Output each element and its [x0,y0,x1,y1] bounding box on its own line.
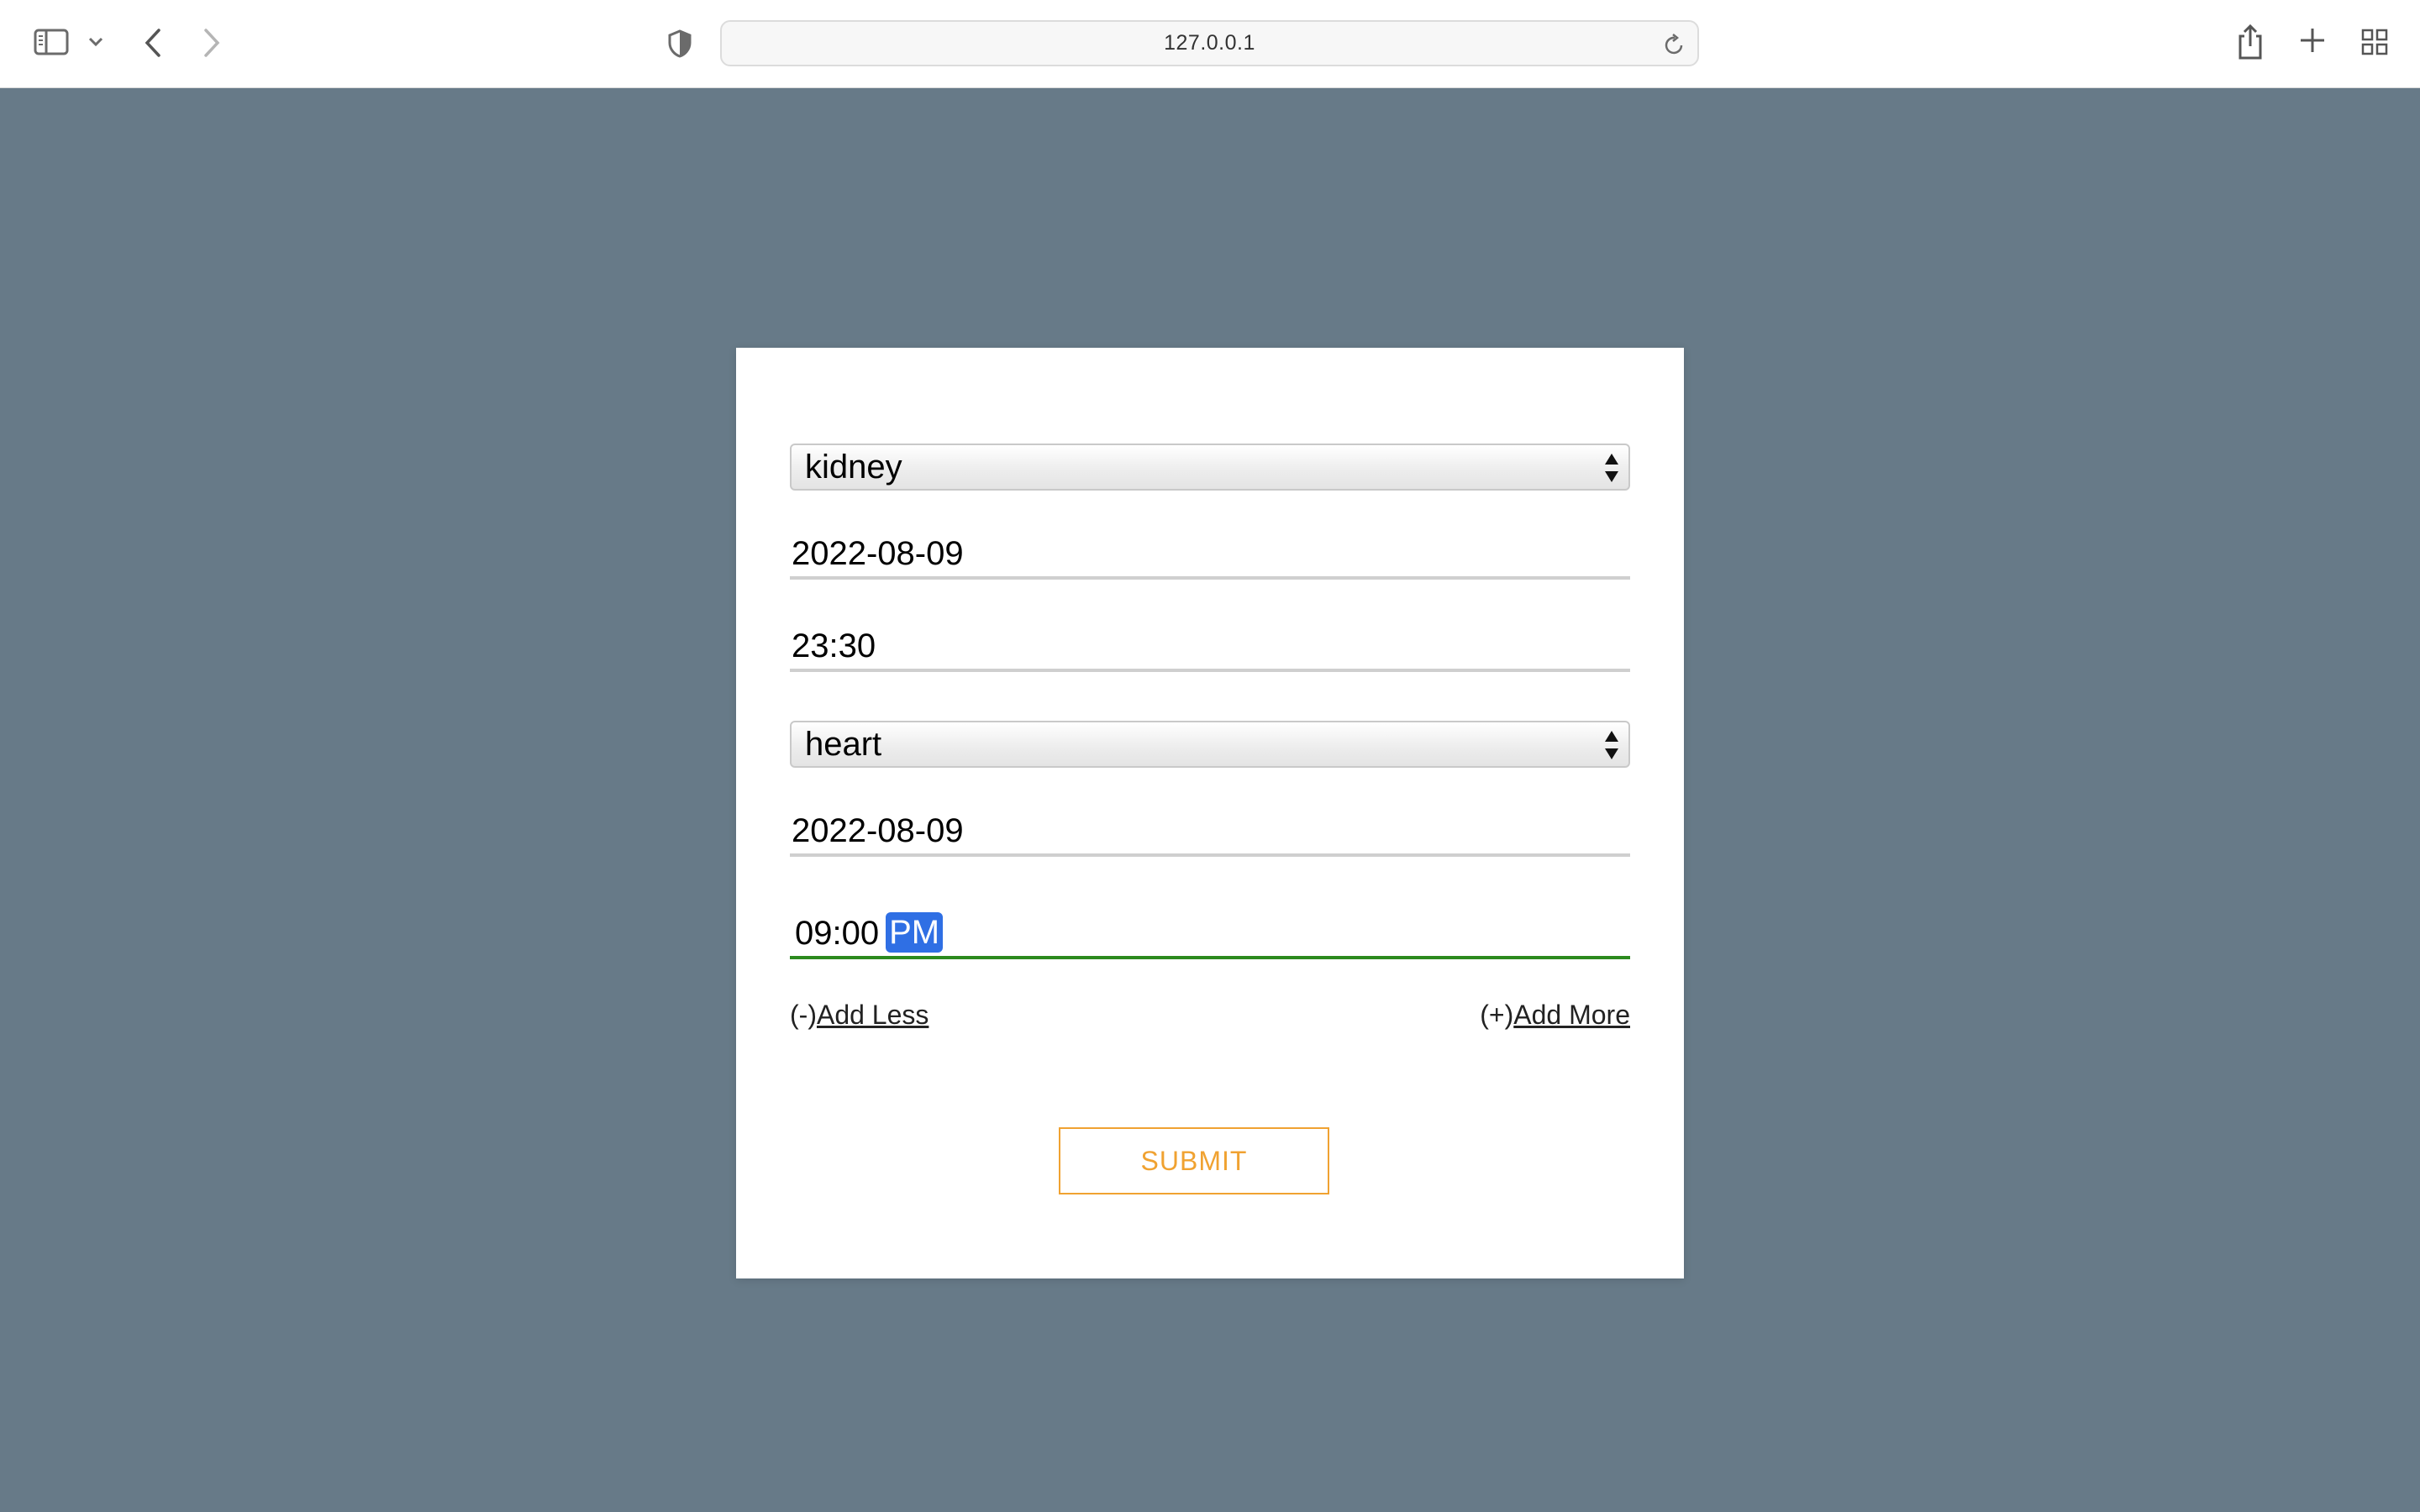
reload-icon[interactable] [1664,33,1686,60]
shield-icon[interactable] [666,29,694,59]
add-more-link[interactable]: Add More [1513,1000,1630,1030]
time-field-2[interactable]: 09:00 PM [790,902,1630,959]
submit-button[interactable]: SUBMIT [1059,1127,1329,1194]
url-text: 127.0.0.1 [1164,31,1255,55]
time-field-1-value: 23:30 [792,627,876,664]
chevron-down-icon[interactable] [86,32,106,52]
add-more-row: (+)Add More [1480,1000,1630,1031]
browser-toolbar: 127.0.0.1 [0,0,2420,88]
organ-select-2[interactable]: heart [790,721,1630,768]
plus-icon[interactable] [2297,25,2328,55]
forward-icon[interactable] [200,27,224,59]
organ-select-1[interactable]: kidney [790,444,1630,491]
sidebar-icon[interactable] [32,27,71,57]
organ-select-2-value: heart [805,725,882,763]
date-field-1[interactable]: 2022-08-09 [790,526,1630,580]
add-more-prefix: (+) [1480,1000,1514,1030]
date-field-1-value: 2022-08-09 [792,535,964,572]
organ-select-1-value: kidney [805,448,902,486]
date-field-2-value: 2022-08-09 [792,812,964,849]
date-field-2[interactable]: 2022-08-09 [790,803,1630,857]
address-bar[interactable]: 127.0.0.1 [720,20,1699,66]
select-arrows-icon [1603,452,1620,488]
time-field-2-value[interactable]: 09:00 [795,915,879,953]
time-field-1[interactable]: 23:30 [790,618,1630,672]
add-less-prefix: (-) [790,1000,817,1030]
share-icon[interactable] [2235,24,2265,60]
time-field-2-ampm-selected[interactable]: PM [886,912,944,953]
select-arrows-icon [1603,729,1620,765]
back-icon[interactable] [141,27,165,59]
grid-icon[interactable] [2360,27,2390,57]
form-card: kidney 2022-08-09 23:30 heart 2022-08-09… [736,348,1684,1278]
add-less-link[interactable]: Add Less [817,1000,929,1030]
add-less-row: (-)Add Less [790,1000,929,1031]
